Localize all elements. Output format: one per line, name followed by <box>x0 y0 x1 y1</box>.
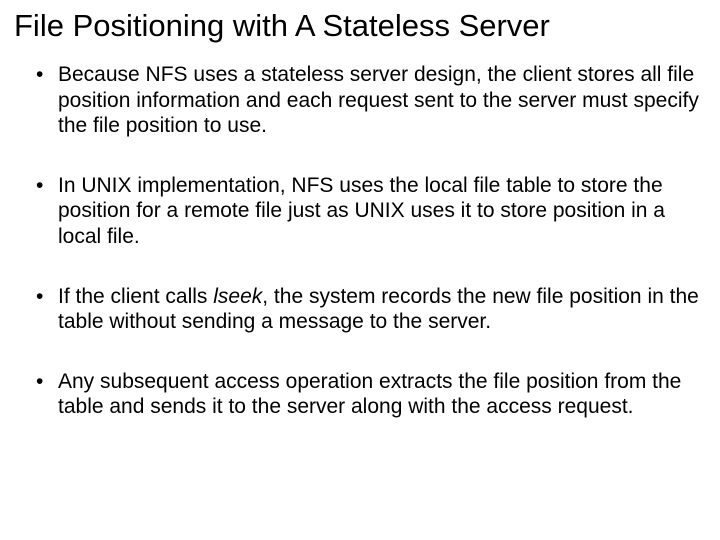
bullet-list: Because NFS uses a stateless server desi… <box>10 62 710 420</box>
bullet-italic: lseek <box>213 285 262 308</box>
bullet-item: Because NFS uses a stateless server desi… <box>36 62 704 139</box>
bullet-item: If the client calls lseek, the system re… <box>36 284 704 335</box>
slide: File Positioning with A Stateless Server… <box>0 0 720 540</box>
bullet-text: If the client calls <box>58 285 213 308</box>
bullet-text: Any subsequent access operation extracts… <box>58 370 681 419</box>
slide-title: File Positioning with A Stateless Server <box>14 8 710 44</box>
bullet-text: In UNIX implementation, NFS uses the loc… <box>58 174 665 248</box>
bullet-text: Because NFS uses a stateless server desi… <box>58 63 699 137</box>
bullet-item: In UNIX implementation, NFS uses the loc… <box>36 173 704 250</box>
bullet-item: Any subsequent access operation extracts… <box>36 369 704 420</box>
